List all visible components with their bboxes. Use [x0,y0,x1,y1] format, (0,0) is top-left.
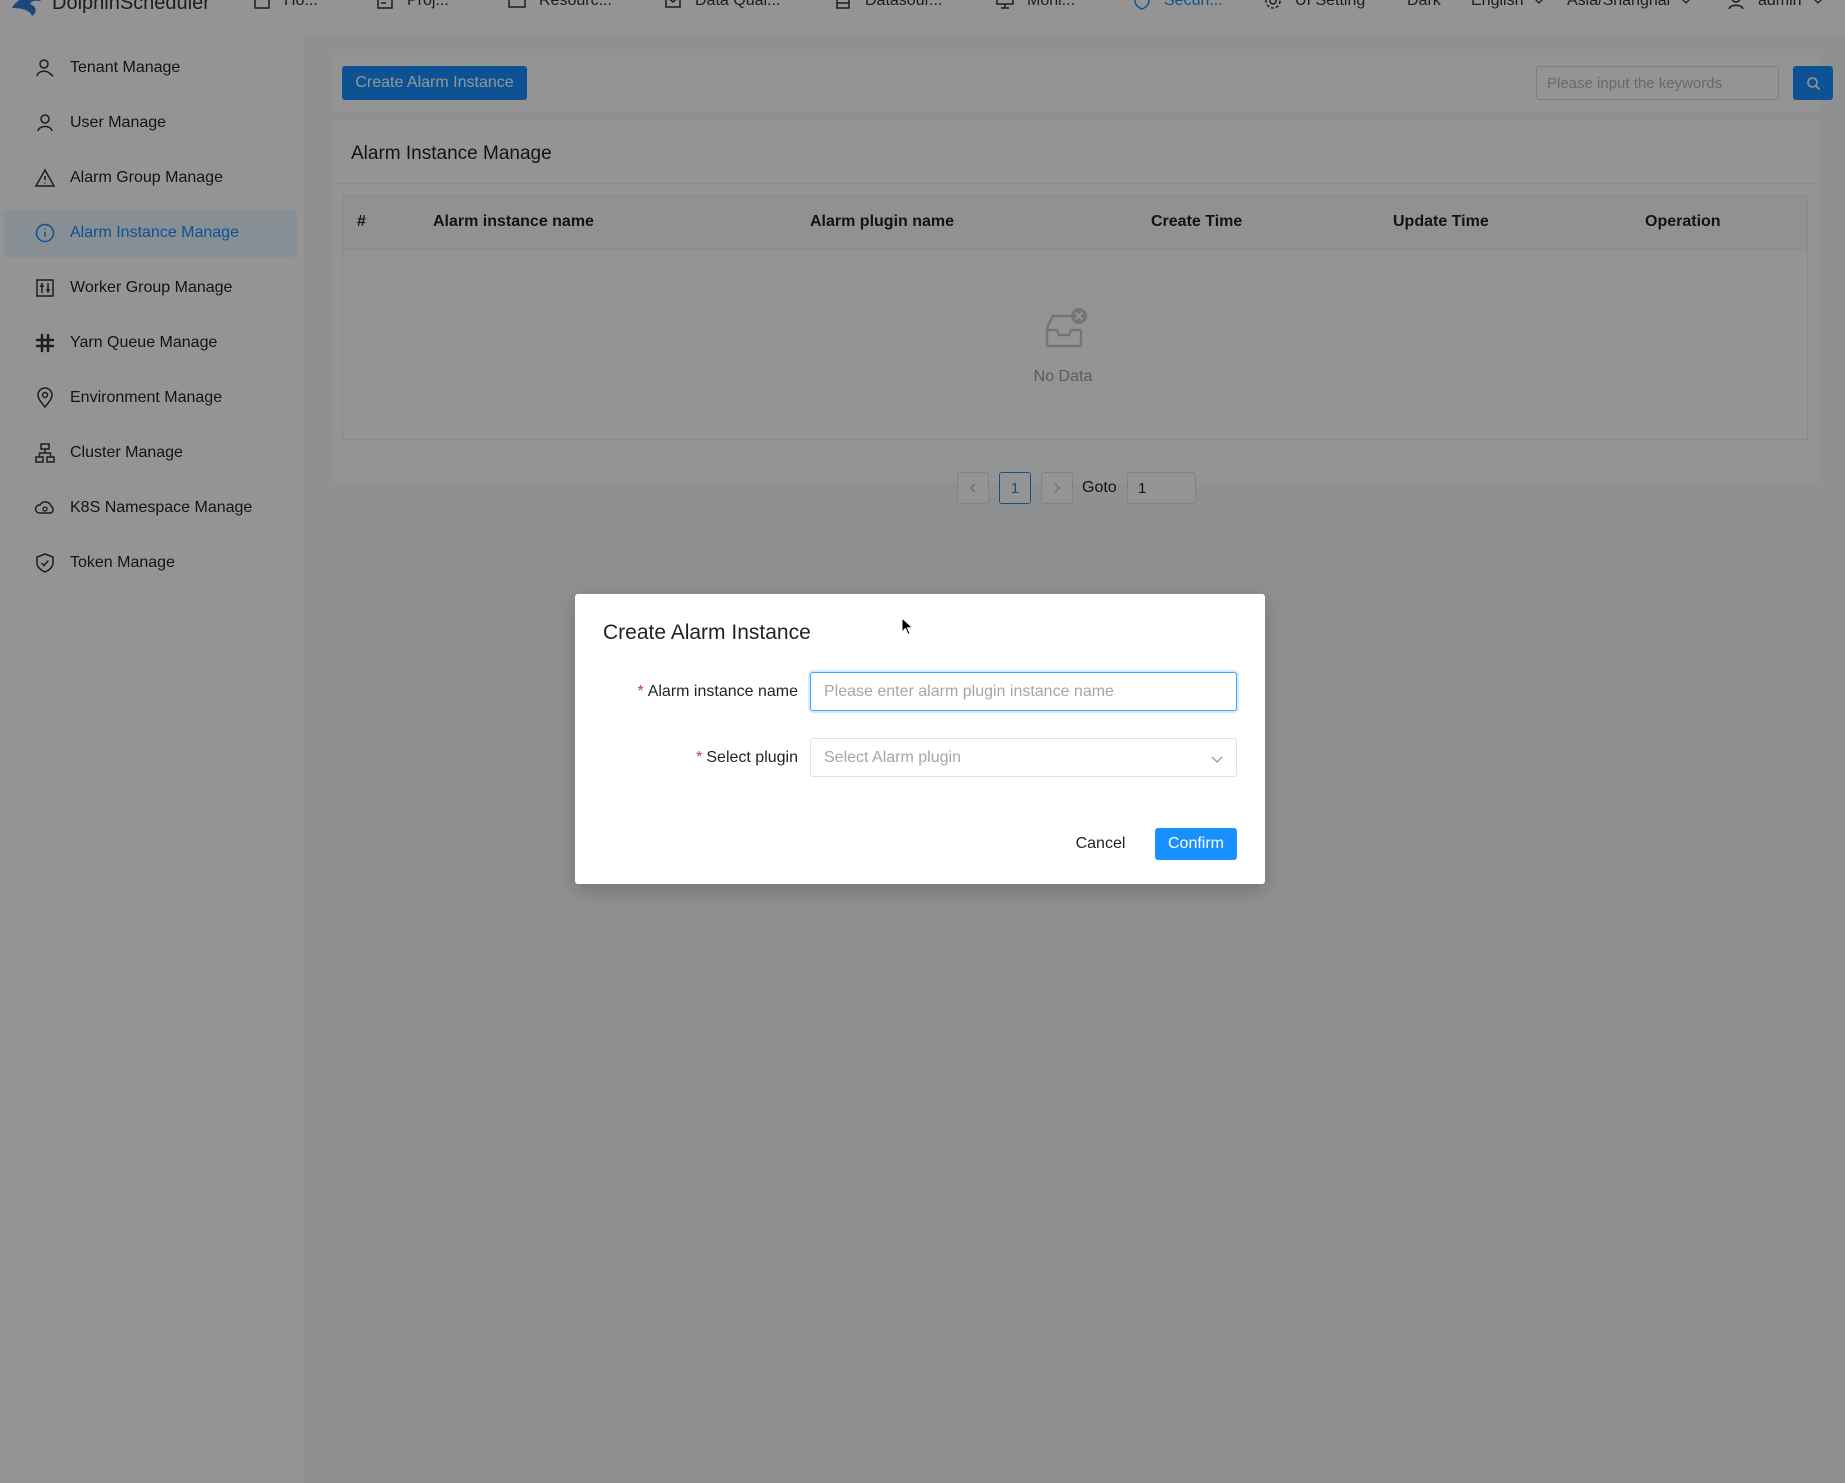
alarm-instance-name-label: * Alarm instance name [615,683,798,701]
required-mark: * [637,683,644,700]
chevron-down-icon [1211,756,1223,763]
mouse-cursor-icon [901,617,914,636]
select-plugin-label: * Select plugin [615,749,798,767]
cancel-button[interactable]: Cancel [1068,828,1133,860]
confirm-button[interactable]: Confirm [1155,828,1237,860]
alarm-plugin-select-placeholder: Select Alarm plugin [824,748,961,766]
required-mark: * [696,749,703,766]
alarm-instance-name-label-text: Alarm instance name [647,683,798,700]
dialog-title: Create Alarm Instance [603,621,811,644]
alarm-plugin-select[interactable]: Select Alarm plugin [810,738,1237,777]
select-plugin-label-text: Select plugin [706,749,798,766]
alarm-instance-name-input[interactable] [810,672,1237,711]
create-alarm-instance-dialog: Create Alarm Instance * Alarm instance na… [575,594,1265,884]
